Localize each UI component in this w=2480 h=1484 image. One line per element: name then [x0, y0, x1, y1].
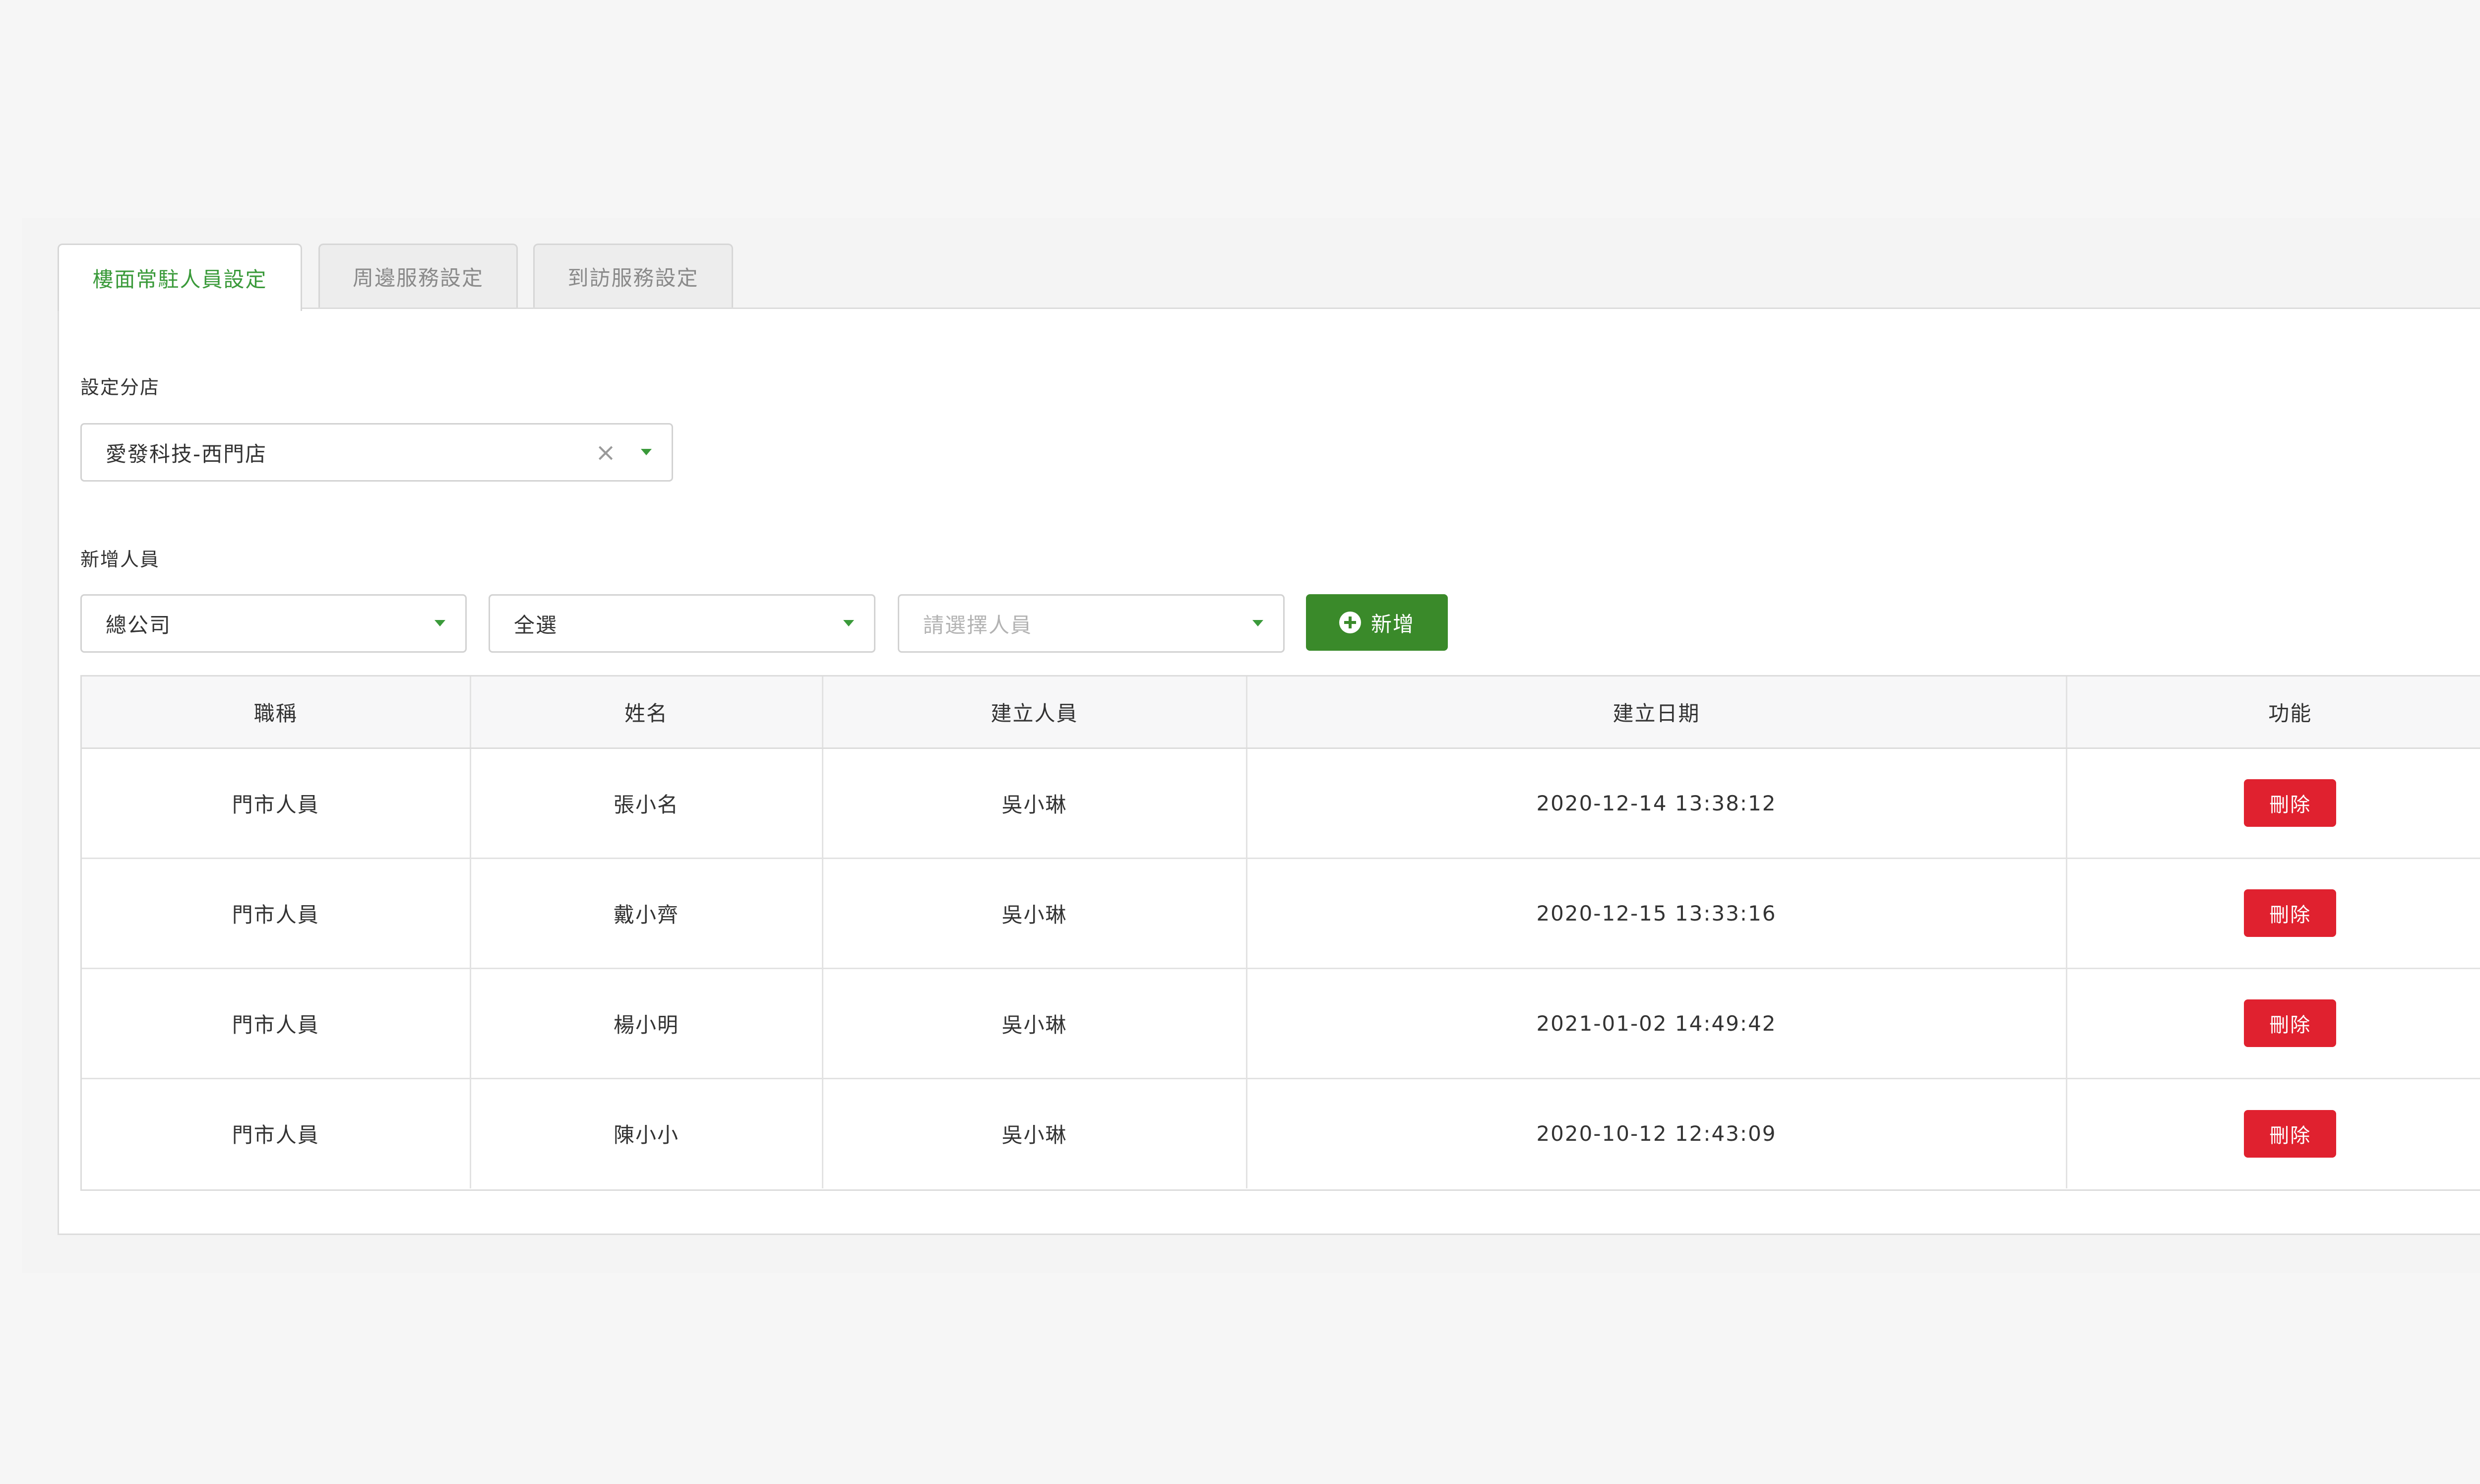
cell-title: 門市人員: [82, 748, 471, 858]
table-row: 門市人員 楊小明 吳小琳 2021-01-02 14:49:42 刪除: [82, 968, 2480, 1078]
cell-creator: 吳小琳: [822, 1078, 1247, 1188]
table-row: 門市人員 張小名 吳小琳 2020-12-14 13:38:12 刪除: [82, 748, 2480, 858]
cell-date: 2020-10-12 12:43:09: [1246, 1078, 2067, 1188]
table-row: 門市人員 陳小小 吳小琳 2020-10-12 12:43:09 刪除: [82, 1078, 2480, 1188]
table-header-row: 職稱 姓名 建立人員 建立日期 功能: [82, 677, 2480, 749]
header-created-date: 建立日期: [1246, 677, 2067, 749]
cell-title: 門市人員: [82, 1078, 471, 1188]
header-name: 姓名: [470, 677, 823, 749]
close-icon[interactable]: ×: [595, 440, 616, 465]
delete-button[interactable]: 刪除: [2244, 889, 2337, 937]
cell-creator: 吳小琳: [822, 968, 1247, 1078]
header-title: 職稱: [82, 677, 471, 749]
tab-visit-service-settings[interactable]: 到訪服務設定: [533, 244, 733, 308]
cell-title: 門市人員: [82, 968, 471, 1078]
cell-date: 2020-12-15 13:33:16: [1246, 858, 2067, 968]
add-staff-button[interactable]: 新增: [1306, 594, 1448, 651]
page: 樓面常駐人員設定 周邊服務設定 到訪服務設定 設定分店 愛發科技-西門店 × 新…: [0, 0, 2480, 1484]
person-select[interactable]: 請選擇人員: [898, 594, 1285, 653]
person-select-placeholder: 請選擇人員: [923, 613, 1033, 637]
header-actions: 功能: [2066, 677, 2480, 749]
chevron-down-icon[interactable]: [434, 620, 445, 626]
staff-table: 職稱 姓名 建立人員 建立日期 功能 門市人員 張小名 吳小琳 2020-12-…: [80, 675, 2480, 1191]
cell-name: 張小名: [470, 748, 823, 858]
role-select-value: 全選: [514, 613, 558, 637]
delete-button[interactable]: 刪除: [2244, 779, 2337, 827]
branch-label: 設定分店: [80, 376, 160, 398]
cell-actions: 刪除: [2066, 968, 2480, 1078]
cell-actions: 刪除: [2066, 748, 2480, 858]
cell-actions: 刪除: [2066, 1078, 2480, 1188]
tab-floor-staff-settings[interactable]: 樓面常駐人員設定: [58, 244, 302, 311]
company-select-value: 總公司: [106, 613, 172, 637]
delete-button[interactable]: 刪除: [2244, 999, 2337, 1047]
cell-date: 2021-01-02 14:49:42: [1246, 968, 2067, 1078]
add-staff-button-label: 新增: [1370, 612, 1415, 636]
header-creator: 建立人員: [822, 677, 1247, 749]
chevron-down-icon[interactable]: [641, 449, 652, 455]
cell-name: 戴小齊: [470, 858, 823, 968]
chevron-down-icon[interactable]: [1252, 620, 1263, 626]
cell-name: 陳小小: [470, 1078, 823, 1188]
delete-button[interactable]: 刪除: [2244, 1110, 2337, 1158]
branch-select[interactable]: 愛發科技-西門店 ×: [80, 423, 673, 482]
role-select[interactable]: 全選: [489, 594, 875, 653]
add-staff-label: 新增人員: [80, 549, 160, 570]
cell-creator: 吳小琳: [822, 858, 1247, 968]
tab-peripheral-service-settings[interactable]: 周邊服務設定: [318, 244, 518, 308]
branch-select-value: 愛發科技-西門店: [106, 441, 267, 466]
company-select[interactable]: 總公司: [80, 594, 467, 653]
plus-circle-icon: [1339, 612, 1361, 633]
chevron-down-icon[interactable]: [843, 620, 854, 626]
cell-name: 楊小明: [470, 968, 823, 1078]
table-row: 門市人員 戴小齊 吳小琳 2020-12-15 13:33:16 刪除: [82, 858, 2480, 968]
cell-actions: 刪除: [2066, 858, 2480, 968]
cell-creator: 吳小琳: [822, 748, 1247, 858]
cell-title: 門市人員: [82, 858, 471, 968]
cell-date: 2020-12-14 13:38:12: [1246, 748, 2067, 858]
